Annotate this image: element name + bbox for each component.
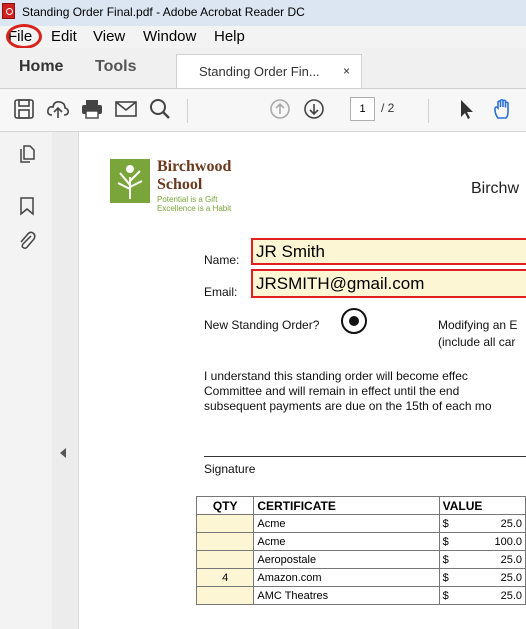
acrobat-app-icon bbox=[2, 3, 15, 19]
toolbar bbox=[0, 89, 526, 132]
currency-symbol: $ bbox=[438, 550, 457, 569]
certificate-value: 25.0 bbox=[456, 586, 526, 605]
agreement-line: Committee and will remain in effect unti… bbox=[204, 384, 460, 398]
certificate-value: 25.0 bbox=[456, 568, 526, 587]
left-navigation-rail bbox=[0, 132, 53, 629]
menu-view[interactable]: View bbox=[93, 28, 125, 45]
pdf-page: Birchwood School Potential is a Gift Exc… bbox=[79, 132, 526, 629]
signature-line bbox=[204, 456, 526, 457]
print-icon[interactable] bbox=[80, 97, 104, 121]
collapse-panel-toggle[interactable] bbox=[52, 132, 79, 629]
column-header-certificate: CERTIFICATE bbox=[253, 496, 440, 515]
school-name-line1: Birchwood bbox=[157, 158, 232, 175]
upload-cloud-icon[interactable] bbox=[46, 97, 70, 121]
menu-help[interactable]: Help bbox=[214, 28, 245, 45]
column-header-qty: QTY bbox=[195, 496, 255, 515]
qty-input[interactable]: 4 bbox=[195, 568, 255, 587]
title-bar: Standing Order Final.pdf - Adobe Acrobat… bbox=[0, 0, 526, 26]
email-icon[interactable] bbox=[114, 97, 138, 121]
name-field[interactable]: JR Smith bbox=[251, 238, 526, 265]
certificate-name: Acme bbox=[253, 514, 440, 533]
currency-symbol: $ bbox=[438, 532, 457, 551]
currency-symbol: $ bbox=[438, 514, 457, 533]
qty-input[interactable] bbox=[195, 532, 255, 551]
signature-label: Signature bbox=[204, 462, 256, 476]
school-logo-icon bbox=[110, 159, 150, 203]
bookmark-icon[interactable] bbox=[19, 196, 35, 216]
hand-tool-icon[interactable] bbox=[491, 97, 515, 121]
next-page-icon[interactable] bbox=[302, 97, 326, 121]
certificate-value: 25.0 bbox=[456, 514, 526, 533]
modify-order-label-line2: (include all car bbox=[438, 335, 516, 349]
window-title: Standing Order Final.pdf - Adobe Acrobat… bbox=[22, 5, 305, 19]
new-order-label: New Standing Order? bbox=[204, 318, 320, 332]
menu-window[interactable]: Window bbox=[143, 28, 196, 45]
certificate-table: QTY CERTIFICATE VALUE Acme $ 25.0 Acme $… bbox=[195, 496, 526, 605]
agreement-paragraph: I understand this standing order will be… bbox=[204, 369, 526, 414]
close-tab-icon[interactable]: × bbox=[343, 64, 350, 78]
email-field[interactable]: JRSMITH@gmail.com bbox=[251, 269, 526, 298]
qty-input[interactable] bbox=[195, 514, 255, 533]
qty-input[interactable] bbox=[195, 586, 255, 605]
school-motto-line1: Potential is a Gift bbox=[157, 195, 218, 204]
tab-document-label: Standing Order Fin... bbox=[199, 64, 320, 79]
column-header-value: VALUE bbox=[438, 496, 526, 515]
school-name-line2: School bbox=[157, 176, 203, 193]
table-header-row: QTY CERTIFICATE VALUE bbox=[195, 496, 526, 515]
attachment-icon[interactable] bbox=[17, 230, 37, 252]
modify-order-label-line1: Modifying an E bbox=[438, 318, 518, 332]
tab-home[interactable]: Home bbox=[19, 58, 63, 76]
qty-input[interactable] bbox=[195, 550, 255, 569]
certificate-name: AMC Theatres bbox=[253, 586, 440, 605]
menu-bar: File Edit View Window Help bbox=[0, 26, 526, 48]
toolbar-separator bbox=[187, 99, 188, 123]
school-motto-line2: Excellence is a Habit bbox=[157, 204, 232, 213]
certificate-name: Amazon.com bbox=[253, 568, 440, 587]
menu-edit[interactable]: Edit bbox=[51, 28, 77, 45]
new-order-radio[interactable] bbox=[341, 308, 367, 334]
select-cursor-icon[interactable] bbox=[454, 97, 478, 121]
email-label: Email: bbox=[204, 285, 238, 299]
file-menu-highlight-circle bbox=[6, 24, 42, 49]
tab-bar: Home Tools Standing Order Fin... × bbox=[0, 48, 526, 89]
page-number-input[interactable]: 1 bbox=[350, 97, 375, 121]
certificate-value: 100.0 bbox=[456, 532, 526, 551]
save-icon[interactable] bbox=[12, 97, 36, 121]
toolbar-separator bbox=[428, 99, 429, 123]
page-total: / 2 bbox=[381, 101, 395, 115]
table-row: 4 Amazon.com $ 25.0 bbox=[195, 568, 526, 587]
previous-page-icon[interactable] bbox=[268, 97, 292, 121]
table-row: Aeropostale $ 25.0 bbox=[195, 550, 526, 569]
search-icon[interactable] bbox=[148, 97, 172, 121]
name-label: Name: bbox=[204, 253, 240, 267]
tab-document[interactable]: Standing Order Fin... × bbox=[176, 54, 362, 88]
tab-tools[interactable]: Tools bbox=[95, 58, 136, 76]
certificate-value: 25.0 bbox=[456, 550, 526, 569]
table-row: Acme $ 100.0 bbox=[195, 532, 526, 551]
table-row: AMC Theatres $ 25.0 bbox=[195, 586, 526, 605]
agreement-line: subsequent payments are due on the 15th … bbox=[204, 399, 492, 413]
certificate-name: Acme bbox=[253, 532, 440, 551]
certificate-name: Aeropostale bbox=[253, 550, 440, 569]
table-row: Acme $ 25.0 bbox=[195, 514, 526, 533]
header-title: Birchw bbox=[471, 180, 520, 197]
agreement-line: I understand this standing order will be… bbox=[204, 369, 468, 383]
currency-symbol: $ bbox=[438, 586, 457, 605]
currency-symbol: $ bbox=[438, 568, 457, 587]
pages-icon[interactable] bbox=[17, 144, 37, 164]
collapse-arrow-icon bbox=[60, 448, 66, 458]
